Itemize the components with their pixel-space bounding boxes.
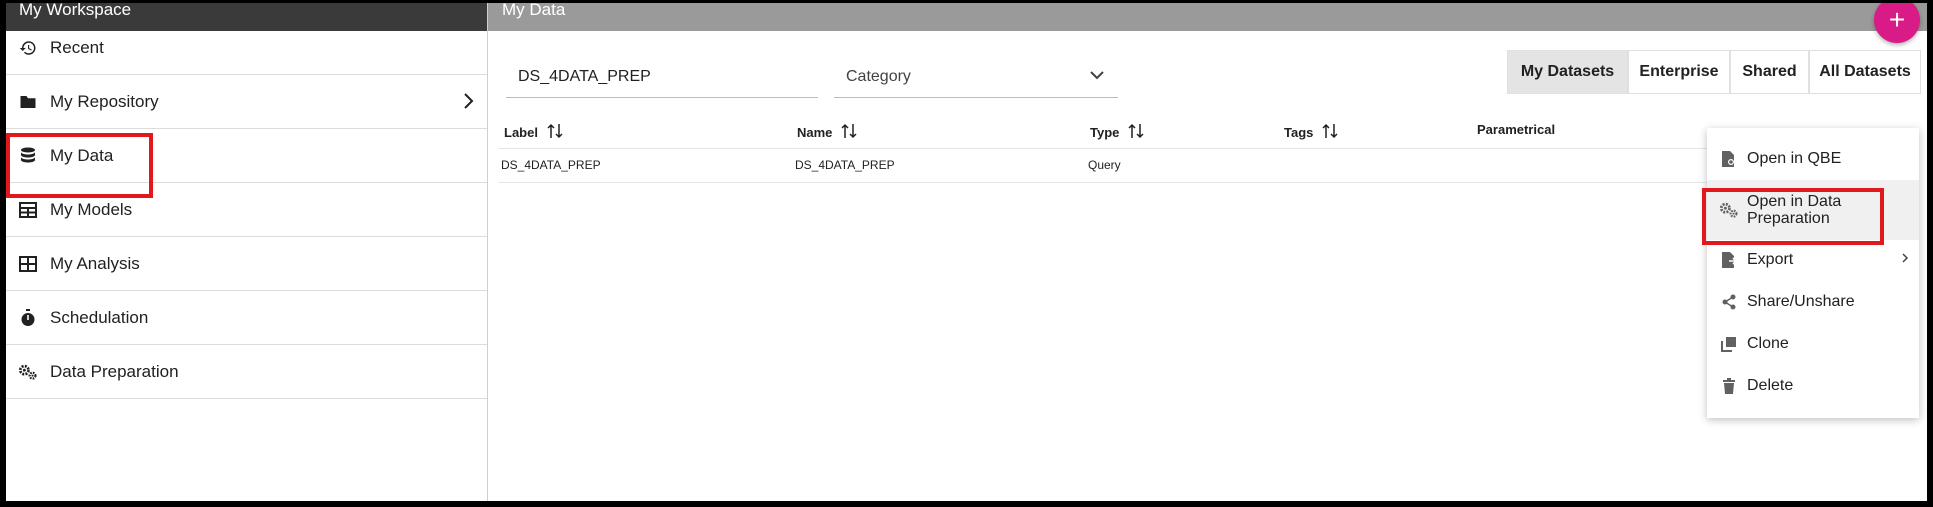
window-frame	[0, 0, 1933, 507]
